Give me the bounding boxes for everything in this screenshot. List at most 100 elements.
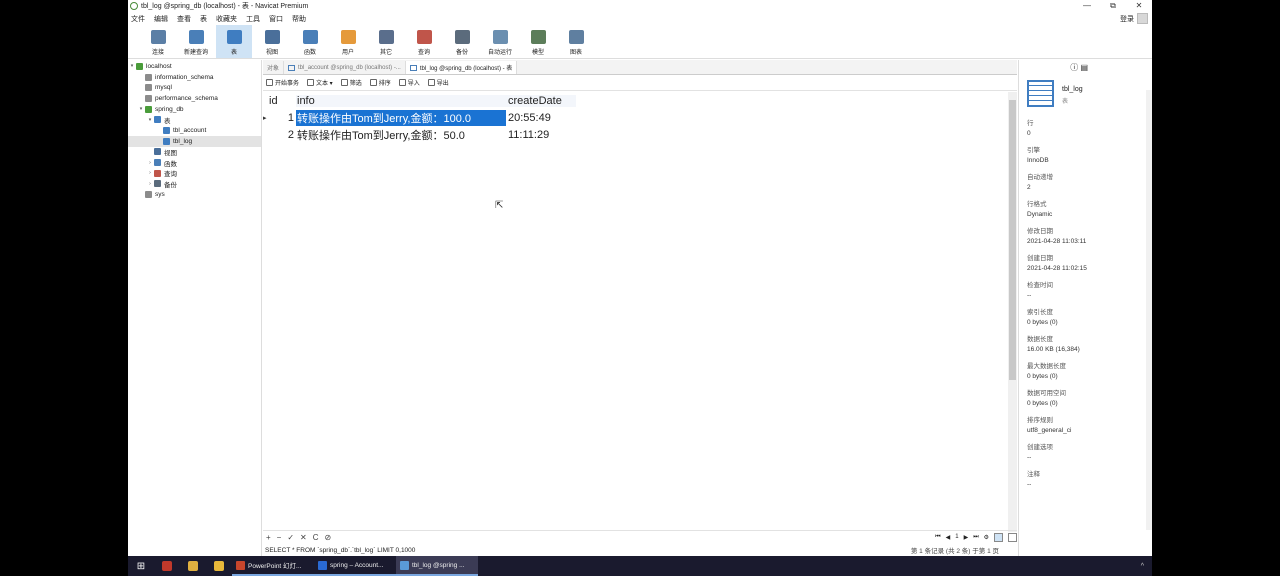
expand-icon[interactable]: ▾ (137, 106, 145, 112)
column-header-id[interactable]: id (269, 95, 296, 107)
menu-favorites[interactable]: 收藏夹 (216, 14, 237, 24)
action-label: 筛选 (349, 81, 362, 87)
toolbar-function-button[interactable]: 函数 (292, 25, 328, 58)
taskbar-task[interactable]: tbl_log @spring ... (396, 556, 478, 576)
toolbar-user-button[interactable]: 用户 (330, 25, 366, 58)
ddl-icon[interactable]: ▤ (1080, 63, 1088, 72)
expand-icon[interactable]: › (146, 170, 154, 176)
export-button[interactable]: 导出 (427, 78, 449, 87)
toolbar-new-query-button[interactable]: 新建查询 (178, 25, 214, 58)
cell-id[interactable]: 2 (269, 129, 296, 141)
menu-table[interactable]: 表 (200, 14, 207, 24)
expand-icon[interactable]: ▾ (146, 117, 154, 123)
filter-button[interactable]: 筛选 (340, 78, 362, 87)
tab-0[interactable]: 对象 (263, 61, 285, 74)
start-button[interactable]: ⊞ (128, 561, 154, 572)
menu-view[interactable]: 查看 (177, 14, 191, 24)
menu-help[interactable]: 帮助 (292, 14, 306, 24)
file-explorer-icon[interactable] (180, 556, 206, 576)
tree-item-label: localhost (146, 62, 172, 70)
tree-item-[interactable]: ▾ 表 (128, 114, 261, 125)
toolbar-chart-button[interactable]: 图表 (558, 25, 594, 58)
login-label: 登录 (1120, 15, 1134, 23)
begin-transaction-button[interactable]: 开始事务 (266, 78, 299, 87)
tab-2[interactable]: tbl_log @spring_db (localhost) - 表 (405, 61, 518, 74)
property-label: 检查时间 (1027, 282, 1053, 289)
cell-createdate[interactable]: 11:11:29 (506, 129, 576, 141)
column-header-info[interactable]: info (296, 94, 506, 107)
tree-item-[interactable]: › 函数 (128, 157, 261, 168)
minimize-button[interactable]: — (1074, 1, 1100, 11)
tree-item-localhost[interactable]: ▾ localhost (128, 61, 261, 72)
refresh-button[interactable]: C (313, 533, 319, 542)
toolbar-label: 用户 (341, 50, 354, 56)
expand-icon[interactable]: ▾ (128, 63, 136, 69)
toolbar-model-button[interactable]: 模型 (520, 25, 556, 58)
tree-item-tbl_account[interactable]: tbl_account (128, 125, 261, 136)
grid-view-button[interactable] (994, 532, 1003, 542)
add-record-button[interactable]: + (266, 533, 271, 542)
toolbar-tools-button[interactable]: 其它 (368, 25, 404, 58)
cell-info[interactable]: 转账操作由Tom到Jerry,金额：50.0 (296, 127, 506, 143)
tree-item-mysql[interactable]: mysql (128, 82, 261, 93)
toolbar-autorun-button[interactable]: 自动运行 (482, 25, 518, 58)
tree-item-[interactable]: › 备份 (128, 179, 261, 190)
expand-icon[interactable]: › (146, 181, 154, 187)
toolbar-view-button[interactable]: 视图 (254, 25, 290, 58)
last-page-button[interactable]: ⏭ (973, 534, 978, 541)
info-scrollbar[interactable] (1146, 90, 1152, 530)
table-row[interactable]: ▸ 1 转账操作由Tom到Jerry,金额：100.0 20:55:49 (263, 109, 1007, 126)
menu-tools[interactable]: 工具 (246, 14, 260, 24)
status-bar: SELECT * FROM `spring_db`.`tbl_log` LIMI… (263, 544, 1017, 556)
taskbar-task[interactable]: spring – Account... (314, 556, 396, 576)
next-page-button[interactable]: ▶ (964, 534, 969, 541)
snipping-tool-icon[interactable] (154, 556, 180, 576)
tree-item-tbl_log[interactable]: tbl_log (128, 135, 261, 147)
column-header-createdate[interactable]: createDate (506, 94, 576, 107)
toolbar-query-button[interactable]: 查询 (406, 25, 442, 58)
page-settings-button[interactable]: ⚙ (984, 534, 989, 541)
tab-label: tbl_log @spring_db (localhost) - 表 (419, 66, 513, 72)
page-number[interactable]: 1 (955, 534, 958, 540)
prev-page-button[interactable]: ◀ (946, 534, 951, 541)
tree-item-performance_schema[interactable]: performance_schema (128, 93, 261, 104)
cell-createdate[interactable]: 20:55:49 (506, 112, 576, 124)
expand-icon[interactable]: › (146, 160, 154, 166)
tree-item-information_schema[interactable]: information_schema (128, 72, 261, 83)
tree-item-[interactable]: › 查询 (128, 168, 261, 179)
property-item: 引擎 InnoDB (1027, 146, 1152, 166)
tree-item-sys[interactable]: sys (128, 189, 261, 200)
discard-changes-button[interactable]: ✕ (300, 533, 307, 542)
maximize-button[interactable]: ⧉ (1100, 1, 1126, 11)
database-icon (163, 137, 170, 145)
taskbar-task[interactable]: PowerPoint 幻灯... (232, 556, 314, 576)
cell-info[interactable]: 转账操作由Tom到Jerry,金额：100.0 (296, 109, 506, 126)
apply-changes-button[interactable]: ✓ (287, 533, 294, 542)
first-page-button[interactable]: ⏮ (935, 534, 940, 541)
stop-button[interactable]: ⊘ (325, 533, 332, 542)
chrome-icon[interactable] (206, 556, 232, 576)
toolbar-table-button[interactable]: 表 (216, 25, 252, 58)
tree-item-[interactable]: 视图 (128, 147, 261, 158)
menu-window[interactable]: 窗口 (269, 14, 283, 24)
toolbar-connection-button[interactable]: 连接 (140, 25, 176, 58)
action-label: 导入 (407, 81, 420, 87)
menu-edit[interactable]: 编辑 (154, 14, 168, 24)
tray-chevron-icon[interactable]: ^ (1141, 563, 1144, 570)
tree-item-spring_db[interactable]: ▾ spring_db (128, 104, 261, 115)
table-row[interactable]: 2 转账操作由Tom到Jerry,金额：50.0 11:11:29 (263, 126, 1007, 143)
form-view-button[interactable] (1008, 532, 1017, 542)
login-button[interactable]: 登录 (1120, 13, 1148, 24)
grid-scrollbar[interactable] (1008, 92, 1017, 532)
property-value: 0 (1027, 130, 1031, 137)
toolbar-backup-button[interactable]: 备份 (444, 25, 480, 58)
sort-button[interactable]: 排序 (369, 78, 391, 87)
delete-record-button[interactable]: − (277, 533, 282, 542)
tab-1[interactable]: tbl_account @spring_db (localhost) -... (284, 61, 406, 74)
cell-id[interactable]: 1 (269, 112, 296, 124)
close-button[interactable]: ✕ (1126, 1, 1152, 11)
text-button[interactable]: 文本 ▾ (307, 78, 333, 87)
info-icon[interactable]: ⓘ (1070, 62, 1078, 73)
import-button[interactable]: 导入 (398, 78, 420, 87)
menu-file[interactable]: 文件 (131, 14, 145, 24)
